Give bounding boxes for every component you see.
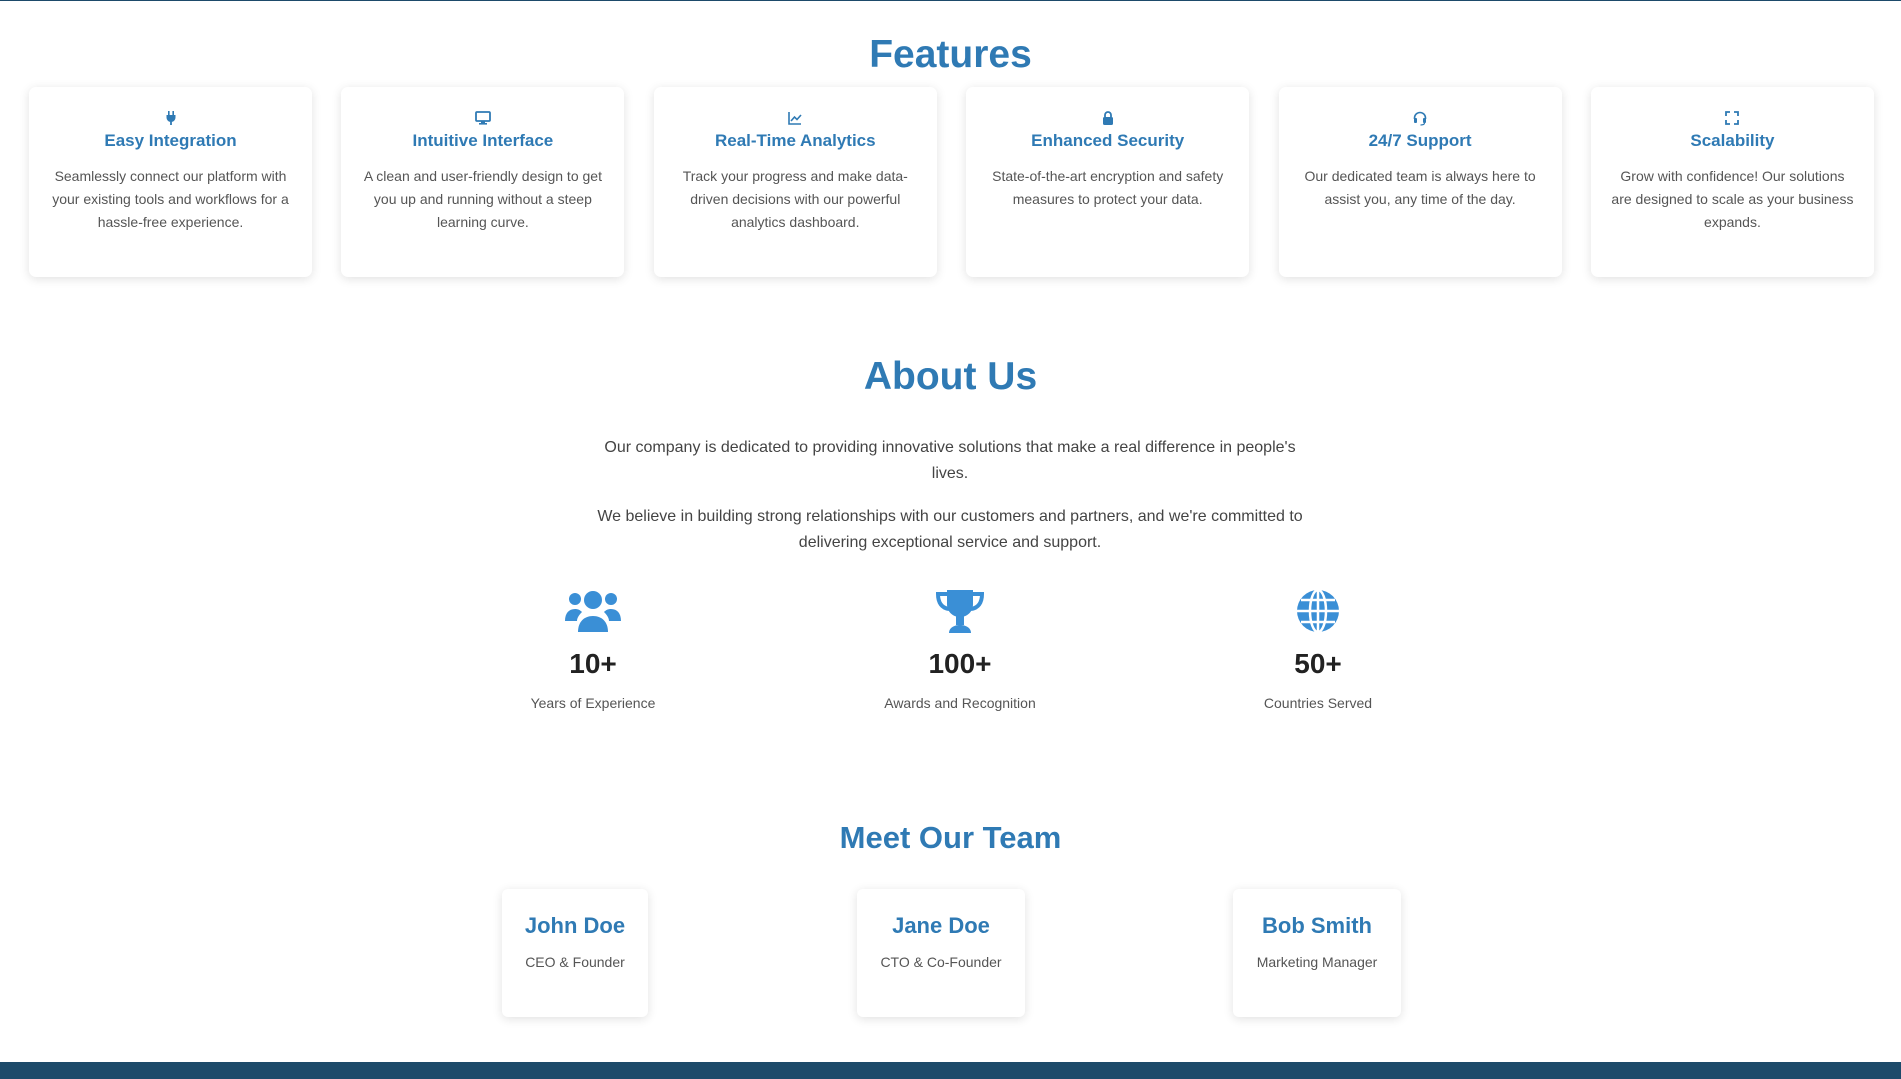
features-title: Features (869, 33, 1032, 76)
globe-icon (1297, 588, 1339, 634)
feature-card-scalability: Scalability Grow with confidence! Our so… (1590, 87, 1874, 277)
stat-label: Years of Experience (530, 695, 656, 711)
feature-title: Easy Integration (104, 131, 237, 150)
trophy-icon (935, 590, 985, 633)
feature-description: Our dedicated team is always here to ass… (1304, 168, 1536, 207)
feature-title: Intuitive Interface (412, 131, 554, 150)
feature-card-24-7-support: 24/7 Support Our dedicated team is alway… (1278, 87, 1562, 277)
stat-value: 50+ (1294, 648, 1342, 679)
feature-description: State-of-the-art encryption and safety m… (992, 168, 1224, 207)
chart-line-icon (788, 112, 802, 125)
feature-description: Track your progress and make data-driven… (682, 168, 908, 230)
lock-icon (1102, 111, 1113, 125)
team-member-name: Bob Smith (1262, 913, 1372, 938)
team-member-card: Bob Smith Marketing Manager (1233, 889, 1401, 1017)
feature-title: Real-Time Analytics (714, 131, 876, 150)
feature-card-intuitive-interface: Intuitive Interface A clean and user-fri… (341, 87, 625, 277)
headset-icon (1413, 111, 1427, 126)
stat-value: 100+ (928, 648, 992, 679)
team-member-name: Jane Doe (892, 913, 990, 938)
feature-title: Scalability (1690, 131, 1775, 150)
about-paragraph: We believe in building strong relationsh… (597, 508, 1303, 551)
plug-icon (166, 111, 175, 125)
top-divider (0, 0, 1901, 1)
features-grid: Easy Integration Seamlessly connect our … (29, 87, 1874, 277)
feature-description: A clean and user-friendly design to get … (363, 168, 602, 230)
stat-label: Countries Served (1263, 695, 1373, 711)
expand-icon (1725, 111, 1740, 125)
team-member-role: Marketing Manager (1256, 954, 1378, 970)
team-member-card: John Doe CEO & Founder (502, 889, 648, 1017)
about-paragraph: Our company is dedicated to providing in… (604, 439, 1296, 482)
stat-countries: 50+ Countries Served (1238, 588, 1398, 715)
footer-bar (0, 1062, 1901, 1079)
feature-description: Seamlessly connect our platform with you… (52, 168, 289, 230)
feature-card-easy-integration: Easy Integration Seamlessly connect our … (29, 87, 312, 277)
feature-title: 24/7 Support (1368, 131, 1472, 150)
stat-years-experience: 10+ Years of Experience (513, 588, 673, 715)
feature-description: Grow with confidence! Our solutions are … (1611, 168, 1854, 230)
users-icon (565, 591, 621, 632)
team-member-card: Jane Doe CTO & Co-Founder (857, 889, 1025, 1017)
stat-label: Awards and Recognition (884, 695, 1036, 711)
feature-card-enhanced-security: Enhanced Security State-of-the-art encry… (966, 87, 1250, 277)
feature-card-real-time-analytics: Real-Time Analytics Track your progress … (653, 87, 937, 277)
desktop-icon (474, 111, 491, 125)
team-member-role: CEO & Founder (525, 954, 625, 970)
stat-value: 10+ (569, 648, 617, 679)
about-title: About Us (863, 355, 1038, 398)
team-member-role: CTO & Co-Founder (880, 954, 1002, 970)
team-title: Meet Our Team (839, 820, 1062, 855)
stat-awards: 100+ Awards and Recognition (880, 588, 1040, 715)
team-member-name: John Doe (524, 913, 626, 938)
feature-title: Enhanced Security (1031, 131, 1185, 150)
